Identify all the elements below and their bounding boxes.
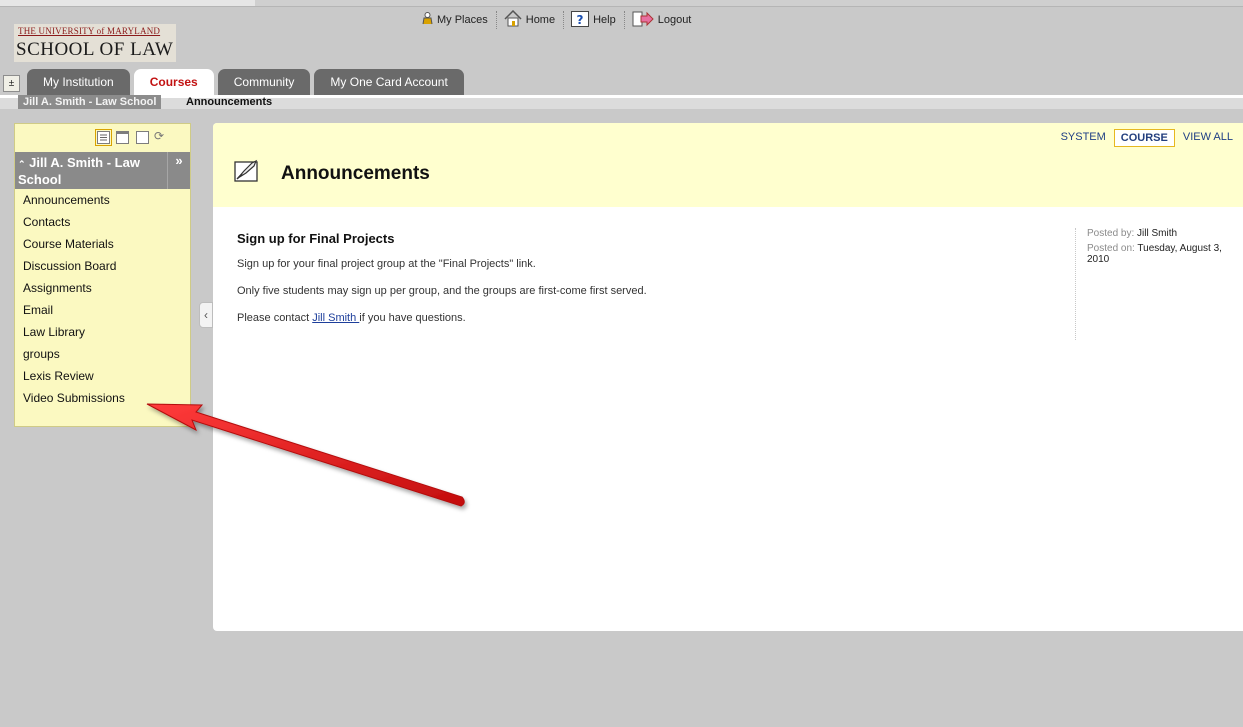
nav-separator (563, 11, 565, 29)
posted-by-label: Posted by: (1087, 228, 1135, 239)
course-menu-header: ⌃ Jill A. Smith - Law School » (15, 152, 190, 189)
contact-link[interactable]: Jill Smith (312, 312, 359, 324)
refresh-icon[interactable]: ⟳ (154, 129, 164, 143)
announcement-title: Sign up for Final Projects (237, 231, 395, 246)
course-menu: ⟳ ⌃ Jill A. Smith - Law School » Announc… (14, 123, 191, 427)
page-title: Announcements (281, 163, 430, 184)
view-tab-view-all[interactable]: VIEW ALL (1177, 129, 1239, 147)
announcement-paragraph: Sign up for your final project group at … (237, 258, 536, 270)
window-icon[interactable] (136, 131, 149, 144)
view-tab-course[interactable]: COURSE (1113, 129, 1175, 147)
view-tab-system[interactable]: SYSTEM (1055, 129, 1112, 147)
tab-my-institution[interactable]: My Institution (27, 69, 130, 95)
breadcrumb-current: Announcements (186, 96, 273, 108)
tab-community[interactable]: Community (217, 69, 311, 95)
menu-item-announcements[interactable]: Announcements (15, 189, 190, 211)
breadcrumb: Jill A. Smith - Law School Announcements (0, 95, 1243, 109)
school-logo[interactable]: THE UNIVERSITY of MARYLAND SCHOOL OF LAW (14, 24, 176, 62)
tab-my-one-card-account[interactable]: My One Card Account (314, 69, 464, 95)
menu-item-course-materials[interactable]: Course Materials (15, 233, 190, 255)
expand-menu-icon[interactable]: » (167, 152, 190, 189)
logo-school-text: SCHOOL OF LAW (16, 39, 174, 60)
logout-link[interactable]: Logout (632, 11, 692, 30)
menu-item-assignments[interactable]: Assignments (15, 277, 190, 299)
tab-courses[interactable]: Courses (133, 69, 214, 95)
posted-on-label: Posted on: (1087, 243, 1135, 254)
logout-label: Logout (657, 14, 692, 26)
menu-item-video-submissions[interactable]: Video Submissions (15, 387, 190, 409)
logo-university-text: THE UNIVERSITY of MARYLAND (18, 26, 161, 36)
menu-toolbar: ⟳ (15, 124, 190, 152)
help-link[interactable]: ? Help (571, 10, 616, 30)
course-title-wrap[interactable]: ⌃ Jill A. Smith - Law School (18, 155, 168, 187)
main-tabs: My Institution Courses Community My One … (27, 69, 468, 95)
my-places-link[interactable]: My Places (422, 12, 488, 28)
menu-item-lexis-review[interactable]: Lexis Review (15, 365, 190, 387)
collapse-up-icon: ⌃ (18, 159, 26, 169)
list-view-icon[interactable] (95, 129, 112, 146)
content-panel: SYSTEM COURSE VIEW ALL Announcements Sig… (213, 123, 1243, 631)
top-strip (0, 0, 1243, 7)
person-icon (422, 12, 433, 28)
content-header: SYSTEM COURSE VIEW ALL Announcements (213, 123, 1243, 207)
my-places-label: My Places (437, 14, 488, 26)
contact-text-before: Please contact (237, 312, 313, 324)
svg-text:?: ? (577, 13, 584, 27)
home-link[interactable]: Home (504, 9, 556, 30)
menu-item-groups[interactable]: groups (15, 343, 190, 365)
announcement-paragraph: Only five students may sign up per group… (237, 285, 647, 297)
nav-separator (623, 11, 626, 29)
announcement-icon (234, 159, 260, 183)
course-menu-list: Announcements Contacts Course Materials … (15, 189, 190, 409)
folder-view-icon[interactable] (116, 131, 129, 144)
menu-item-contacts[interactable]: Contacts (15, 211, 190, 233)
help-icon: ? (571, 10, 590, 30)
logout-icon (632, 11, 654, 30)
view-tabs: SYSTEM COURSE VIEW ALL (1053, 129, 1239, 147)
home-icon (504, 9, 522, 30)
tab-toggle-button[interactable]: ± (3, 75, 20, 92)
global-nav: My Places Home ? Help Logout (422, 9, 697, 31)
course-title: Jill A. Smith - Law School (18, 155, 140, 187)
home-label: Home (525, 14, 556, 26)
posted-by-value: Jill Smith (1137, 228, 1178, 239)
post-meta: Posted by: Jill Smith Posted on: Tuesday… (1075, 228, 1237, 340)
menu-item-discussion-board[interactable]: Discussion Board (15, 255, 190, 277)
announcement-paragraph: Please contact Jill Smith if you have qu… (237, 312, 1067, 324)
contact-text-after: if you have questions. (359, 312, 466, 324)
help-label: Help (593, 14, 616, 26)
menu-item-email[interactable]: Email (15, 299, 190, 321)
menu-item-law-library[interactable]: Law Library (15, 321, 190, 343)
breadcrumb-course[interactable]: Jill A. Smith - Law School (18, 95, 162, 109)
nav-separator (495, 11, 498, 29)
announcement-post: Sign up for Final Projects Sign up for y… (237, 231, 1067, 339)
collapse-menu-handle[interactable]: ‹ (199, 302, 213, 328)
